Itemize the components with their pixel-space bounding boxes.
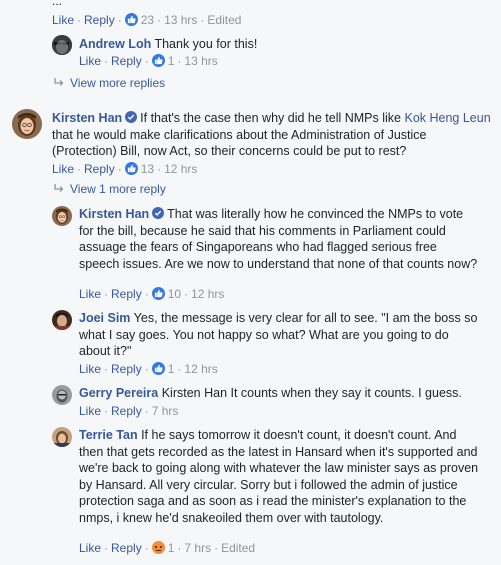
like-link[interactable]: Like bbox=[79, 362, 101, 376]
like-link[interactable]: Like bbox=[52, 13, 74, 27]
timestamp[interactable]: 12 hrs bbox=[164, 162, 197, 176]
like-link[interactable]: Like bbox=[79, 287, 101, 301]
reply-link[interactable]: Reply bbox=[84, 13, 115, 27]
comment-text: Thank you for this! bbox=[154, 37, 258, 51]
author-name[interactable]: Terrie Tan bbox=[79, 428, 138, 442]
avatar-kirsten-han[interactable] bbox=[52, 206, 72, 226]
like-count: 13 bbox=[140, 162, 155, 176]
top-ellipsis: ... bbox=[52, 0, 63, 8]
avatar-joei-sim[interactable] bbox=[52, 310, 72, 330]
verified-badge-icon bbox=[125, 111, 138, 123]
avatar-terrie-tan[interactable] bbox=[52, 427, 72, 447]
reply-link[interactable]: Reply bbox=[111, 404, 142, 418]
reply-arrow-icon bbox=[54, 75, 64, 91]
view-more-replies-label: View more replies bbox=[70, 76, 166, 90]
timestamp[interactable]: 12 hrs bbox=[184, 362, 217, 376]
view-1-more-reply-link[interactable]: View 1 more reply bbox=[54, 181, 166, 197]
edited-label[interactable]: Edited bbox=[221, 541, 255, 555]
author-name[interactable]: Kirsten Han bbox=[52, 111, 122, 125]
like-count: 1 bbox=[167, 362, 175, 376]
timestamp[interactable]: 12 hrs bbox=[191, 287, 224, 301]
like-link[interactable]: Like bbox=[79, 541, 101, 555]
like-link[interactable]: Like bbox=[52, 162, 74, 176]
comment-body: Gerry Pereira Kirsten Han It counts when… bbox=[79, 385, 479, 402]
comment-text: If he says tomorrow it doesn't count, it… bbox=[79, 428, 479, 525]
avatar-image bbox=[12, 109, 42, 139]
avatar-gerry-pereira[interactable] bbox=[52, 385, 72, 405]
comment-actions: Like · Reply · 1 · 13 hrs bbox=[79, 54, 218, 68]
top-comment-actions: Like · Reply · 23 · 13 hrs · Edited bbox=[52, 13, 242, 27]
avatar-kirsten-han[interactable] bbox=[12, 109, 42, 139]
comment-body: Terrie Tan If he says tomorrow it doesn'… bbox=[79, 427, 479, 526]
edited-label[interactable]: Edited bbox=[207, 13, 241, 27]
timestamp[interactable]: 13 hrs bbox=[164, 13, 197, 27]
thumbs-up-icon bbox=[151, 362, 165, 375]
avatar-andrew-loh[interactable] bbox=[52, 35, 72, 55]
like-link[interactable]: Like bbox=[79, 404, 101, 418]
view-more-replies-link[interactable]: View more replies bbox=[54, 75, 165, 91]
angry-reaction-icon bbox=[151, 541, 165, 554]
timestamp[interactable]: 13 hrs bbox=[184, 54, 217, 68]
comment-actions: Like · Reply · 10 · 12 hrs bbox=[79, 287, 225, 301]
author-name[interactable]: Joei Sim bbox=[79, 311, 130, 325]
comment-text: If that's the case then why did he tell … bbox=[140, 111, 405, 125]
reply-link[interactable]: Reply bbox=[111, 362, 142, 376]
thumbs-up-icon bbox=[151, 287, 165, 300]
reply-link[interactable]: Reply bbox=[111, 54, 142, 68]
thumbs-up-icon bbox=[151, 54, 165, 67]
like-link[interactable]: Like bbox=[79, 54, 101, 68]
comment-actions: Like · Reply · 7 hrs bbox=[79, 404, 179, 418]
like-count: 23 bbox=[140, 13, 155, 27]
comment-body: Andrew Loh Thank you for this! bbox=[79, 36, 489, 53]
author-name[interactable]: Andrew Loh bbox=[79, 37, 151, 51]
comment-actions: Like · Reply · 1 · 12 hrs bbox=[79, 362, 218, 376]
comment-text: Yes, the message is very clear for all t… bbox=[79, 311, 478, 358]
view-1-more-reply-label: View 1 more reply bbox=[70, 182, 166, 196]
like-count: 1 bbox=[167, 54, 175, 68]
comment-actions: Like · Reply · 1 · 7 hrs · Edited bbox=[79, 541, 256, 555]
avatar-image bbox=[52, 206, 72, 226]
author-name[interactable]: Kirsten Han bbox=[79, 207, 149, 221]
comment-body: Joei Sim Yes, the message is very clear … bbox=[79, 310, 479, 360]
reply-arrow-icon bbox=[54, 181, 64, 197]
reaction-count: 1 bbox=[167, 541, 175, 555]
like-count: 10 bbox=[167, 287, 182, 301]
avatar-image bbox=[52, 427, 72, 447]
comment-text: Kirsten Han It counts when they say it c… bbox=[161, 386, 462, 400]
author-name[interactable]: Gerry Pereira bbox=[79, 386, 158, 400]
avatar-image bbox=[52, 35, 72, 55]
avatar-image bbox=[52, 310, 72, 330]
comment-actions: Like · Reply · 13 · 12 hrs bbox=[52, 162, 198, 176]
thumbs-up-icon bbox=[124, 13, 138, 26]
reply-link[interactable]: Reply bbox=[111, 287, 142, 301]
reply-link[interactable]: Reply bbox=[111, 541, 142, 555]
mention-link[interactable]: Kok Heng Leun bbox=[404, 111, 490, 125]
avatar-image bbox=[52, 385, 72, 405]
timestamp[interactable]: 7 hrs bbox=[184, 541, 211, 555]
comment-body: Kirsten Han That was literally how he con… bbox=[79, 206, 479, 272]
comment-body: Kirsten Han If that's the case then why d… bbox=[52, 110, 492, 160]
thumbs-up-icon bbox=[124, 162, 138, 175]
reply-link[interactable]: Reply bbox=[84, 162, 115, 176]
timestamp[interactable]: 7 hrs bbox=[152, 404, 179, 418]
verified-badge-icon bbox=[152, 207, 165, 219]
comment-text-continued: that he would make clarifications about … bbox=[52, 127, 427, 159]
